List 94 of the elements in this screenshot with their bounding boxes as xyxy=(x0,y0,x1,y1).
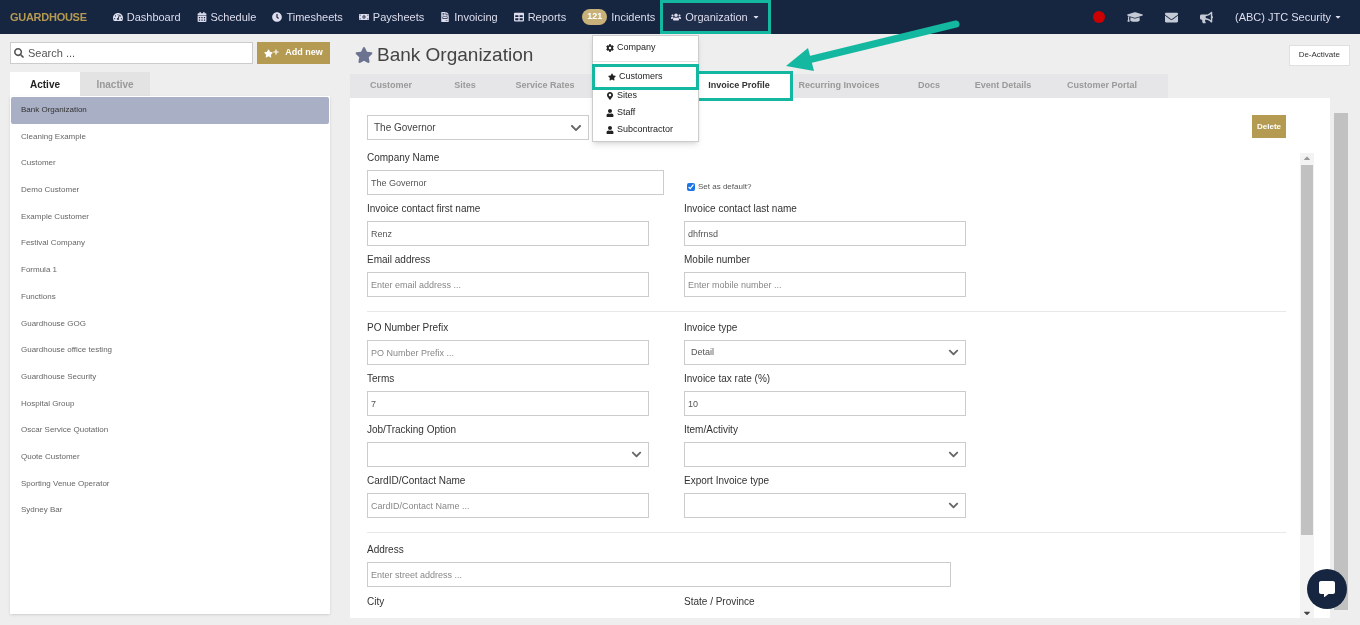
list-item[interactable]: Sporting Venue Operator xyxy=(11,470,329,498)
list-item[interactable]: Bank Organization xyxy=(11,97,329,124)
field-label: Email address xyxy=(367,254,432,266)
nav-link[interactable]: Paysheets xyxy=(350,3,433,31)
envelope-icon[interactable] xyxy=(1165,10,1179,24)
input-field[interactable]: CardID/Contact Name ... xyxy=(367,493,649,518)
gauge-icon xyxy=(112,12,123,22)
person-icon xyxy=(606,108,614,117)
select-field[interactable] xyxy=(684,442,966,467)
users-icon xyxy=(671,12,682,22)
field-label: Invoice tax rate (%) xyxy=(684,373,772,385)
nav-link[interactable]: Invoicing xyxy=(432,3,506,31)
checkbox[interactable] xyxy=(687,183,695,191)
list-item[interactable]: Hospital Group xyxy=(11,390,329,418)
chat-icon xyxy=(1319,581,1335,597)
chevron-down-icon xyxy=(948,449,959,460)
input-field[interactable]: Enter mobile number ... xyxy=(684,272,966,297)
clock-icon xyxy=(272,12,283,22)
nav-link[interactable]: 121 Incidents xyxy=(574,3,664,31)
count-badge: 121 xyxy=(582,9,608,25)
list-item[interactable]: Formula 1 xyxy=(11,257,329,284)
list-item[interactable]: Demo Customer xyxy=(11,177,329,204)
field-label: Export Invoice type xyxy=(684,475,771,487)
list-item[interactable]: Sydney Bar xyxy=(11,497,329,524)
scrollbar[interactable] xyxy=(1300,153,1314,618)
field-label: State / Province xyxy=(684,595,756,609)
field-label: City xyxy=(367,595,386,609)
map-pin-icon xyxy=(606,91,614,100)
star-icon xyxy=(355,46,373,64)
page-scrollbar[interactable] xyxy=(1334,113,1348,610)
banknote-icon xyxy=(358,12,369,22)
chevron-down-icon xyxy=(631,449,642,460)
list-item[interactable]: Guardhouse office testing xyxy=(11,337,329,364)
chevron-down-icon xyxy=(948,500,959,511)
logo[interactable]: GUARDHOUSE xyxy=(10,8,87,26)
list-item[interactable]: Guardhouse GOG xyxy=(11,310,329,338)
sidebar-tab[interactable]: Active xyxy=(10,72,80,96)
list-item[interactable]: Guardhouse Security xyxy=(11,363,329,391)
input-field[interactable]: 7 xyxy=(367,391,649,416)
document-icon xyxy=(440,12,451,22)
field-label: Item/Activity xyxy=(684,424,739,436)
profile-select[interactable]: The Governor xyxy=(367,115,589,140)
input-field[interactable]: dhfrnsd xyxy=(684,221,966,246)
caret-icon xyxy=(751,13,760,21)
search-icon xyxy=(14,48,24,58)
field-label: CardID/Contact Name xyxy=(367,475,467,487)
field-label: Company Name xyxy=(367,151,441,165)
input-field[interactable]: The Governor xyxy=(367,170,664,195)
page-title: Bank Organization xyxy=(377,42,534,67)
field-label: Job/Tracking Option xyxy=(367,424,458,436)
field-label: Mobile number xyxy=(684,254,752,266)
list-item[interactable]: Cleaning Example xyxy=(11,123,329,151)
calendar-icon xyxy=(196,12,207,22)
field-label: Terms xyxy=(367,373,396,385)
list-item[interactable]: Example Customer xyxy=(11,203,329,231)
account-menu[interactable]: (ABC) JTC Security xyxy=(1235,8,1342,26)
list-item[interactable]: Quote Customer xyxy=(11,443,329,471)
select-field[interactable] xyxy=(684,493,966,518)
menu-item[interactable]: Staff xyxy=(593,104,698,121)
graduation-cap-icon[interactable] xyxy=(1127,9,1144,25)
list-item[interactable]: Festival Company xyxy=(11,230,329,258)
input-field[interactable]: Renz xyxy=(367,221,649,246)
search-field[interactable]: Search ... xyxy=(10,42,253,64)
list-item[interactable]: Oscar Service Quotation xyxy=(11,417,329,444)
caret-icon xyxy=(1334,13,1342,21)
star-plus-icon xyxy=(264,48,280,58)
nav-link[interactable]: Schedule xyxy=(188,3,265,31)
field-label: Invoice contact last name xyxy=(684,203,798,215)
input-field[interactable]: 10 xyxy=(684,391,966,416)
star-icon xyxy=(608,73,616,81)
select-field[interactable] xyxy=(367,442,649,467)
checkbox-label: Set as default? xyxy=(698,181,752,193)
field-label: PO Number Prefix xyxy=(367,322,450,334)
chevron-down-icon xyxy=(948,347,959,358)
input-field[interactable]: Enter email address ... xyxy=(367,272,649,297)
settings-icon xyxy=(606,43,614,52)
nav-link[interactable]: Dashboard xyxy=(104,3,189,31)
person-icon xyxy=(606,125,614,134)
nav-link[interactable]: Timesheets xyxy=(264,3,351,31)
list-item[interactable]: Customer xyxy=(11,150,329,178)
nav-link[interactable]: Organization xyxy=(663,3,768,31)
field-label: Invoice type xyxy=(684,322,739,334)
nav-link[interactable]: Reports xyxy=(505,3,575,31)
megaphone-icon[interactable] xyxy=(1200,10,1214,24)
select-field[interactable]: Detail xyxy=(684,340,966,365)
table-icon xyxy=(513,12,524,22)
field-label: Address xyxy=(367,543,405,557)
input-field[interactable]: PO Number Prefix ... xyxy=(367,340,649,365)
deactivate-button[interactable]: De-Activate xyxy=(1288,44,1350,66)
input-field[interactable]: Enter street address ... xyxy=(367,562,951,587)
menu-item[interactable]: Subcontractor xyxy=(593,121,698,138)
menu-item[interactable]: Company xyxy=(593,39,698,56)
field-label: Invoice contact first name xyxy=(367,203,482,215)
list-item[interactable]: Functions xyxy=(11,283,329,311)
